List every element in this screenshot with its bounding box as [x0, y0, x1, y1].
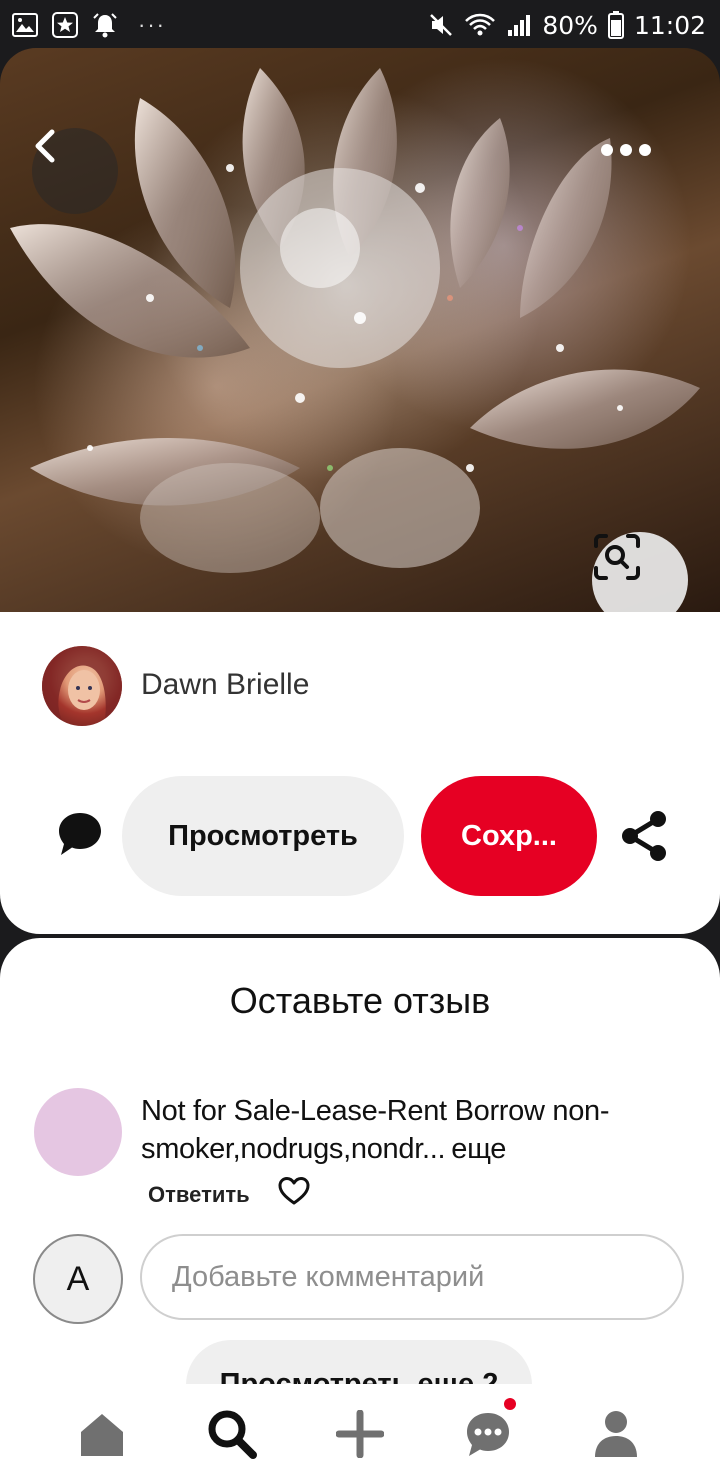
- clock: 11:02: [633, 10, 706, 40]
- pin-details-card: Dawn Brielle Просмотреть Сохр...: [0, 612, 720, 934]
- speech-bubble-icon: [59, 813, 101, 855]
- comment-more-link[interactable]: еще: [451, 1133, 506, 1165]
- comments-title: Оставьте отзыв: [229, 980, 491, 1021]
- wifi-icon: [465, 13, 496, 36]
- nav-messages[interactable]: [460, 1406, 516, 1462]
- see-more-comments-button[interactable]: Просмотреть еще 2: [186, 1340, 532, 1388]
- pin-image[interactable]: [0, 48, 720, 612]
- my-avatar[interactable]: A: [33, 1234, 123, 1324]
- share-icon: [622, 811, 666, 861]
- more-notifications-icon: ···: [138, 12, 166, 37]
- status-bar: ··· 80% 11:02: [0, 0, 720, 50]
- crystal-lotus-image: [10, 68, 700, 573]
- comment-text: Not for Sale-Lease-Rent Borrow non-smoke…: [141, 1092, 701, 1168]
- ellipsis-icon: [601, 144, 651, 156]
- save-button[interactable]: Сохр...: [421, 776, 597, 896]
- home-icon: [81, 1414, 123, 1456]
- signal-icon: [508, 15, 531, 36]
- heart-icon: [278, 1177, 310, 1205]
- nav-search[interactable]: [204, 1406, 260, 1462]
- add-comment-input[interactable]: [140, 1234, 684, 1320]
- chevron-left-icon: [35, 129, 55, 163]
- nav-home[interactable]: [74, 1406, 130, 1462]
- star-app-icon: [52, 12, 78, 38]
- mute-icon: [430, 14, 453, 36]
- reply-button[interactable]: Ответить: [148, 1182, 250, 1208]
- plus-icon: [336, 1410, 384, 1458]
- alarm-icon: [93, 13, 117, 38]
- lens-search-icon: [594, 534, 640, 580]
- comment-body: Not for Sale-Lease-Rent Borrow non-smoke…: [141, 1095, 610, 1165]
- like-button[interactable]: [278, 1176, 310, 1206]
- chat-bubble-icon: [467, 1413, 509, 1456]
- view-button[interactable]: Просмотреть: [122, 776, 404, 896]
- comment-button[interactable]: [56, 810, 104, 858]
- search-icon: [208, 1410, 257, 1459]
- share-button[interactable]: [620, 810, 668, 862]
- gallery-icon: [12, 13, 38, 37]
- bottom-navigation: [0, 1384, 720, 1480]
- comments-sheet: Оставьте отзыв Not for Sale-Lease-Rent B…: [0, 938, 720, 1388]
- author-name[interactable]: Dawn Brielle: [141, 668, 309, 702]
- battery-percent: 80%: [542, 10, 598, 40]
- notification-dot: [504, 1398, 516, 1410]
- profile-icon: [595, 1411, 637, 1457]
- nav-profile[interactable]: [588, 1406, 644, 1462]
- author-avatar[interactable]: [42, 646, 122, 726]
- back-button[interactable]: [32, 128, 118, 214]
- nav-create[interactable]: [332, 1406, 388, 1462]
- battery-icon: [607, 11, 624, 39]
- more-options-button[interactable]: [600, 143, 680, 203]
- commenter-avatar[interactable]: [34, 1088, 122, 1176]
